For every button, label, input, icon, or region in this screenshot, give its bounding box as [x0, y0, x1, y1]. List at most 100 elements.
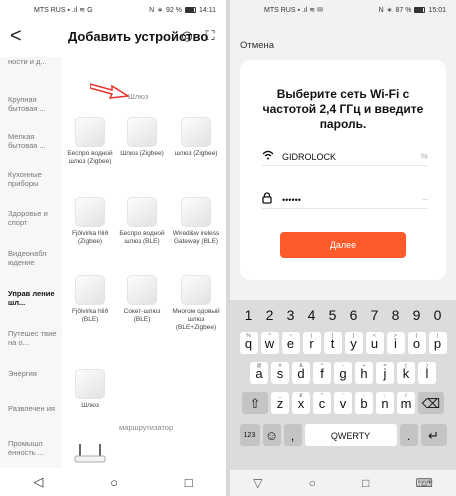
- device-tile[interactable]: Многом одовый шлюз (BLE+Zigbee): [172, 275, 220, 332]
- router-device[interactable]: [66, 442, 114, 471]
- device-tile[interactable]: шлюз (Zigbee): [172, 117, 220, 158]
- sidebar-item[interactable]: Промышл енность ...: [8, 439, 60, 457]
- device-tile[interactable]: Сокет-шлюз (BLE): [118, 275, 166, 324]
- clock: 15:01: [428, 6, 446, 14]
- key[interactable]: 3: [282, 304, 300, 326]
- device-tile[interactable]: Wired&w ireless Gateway (BLE): [172, 197, 220, 246]
- pointer-arrow-icon: [90, 83, 130, 99]
- sidebar-item[interactable]: Видеонабл юдение: [8, 249, 60, 267]
- backspace-key[interactable]: ⌫: [418, 392, 444, 414]
- key[interactable]: 0: [429, 304, 447, 326]
- key[interactable]: < u: [365, 332, 384, 354]
- qr-scan-icon[interactable]: ⛶: [203, 29, 217, 43]
- key[interactable]: * f: [313, 362, 331, 384]
- router-icon: [74, 444, 106, 463]
- device-image: [75, 369, 105, 399]
- clock: 14:11: [199, 6, 216, 14]
- device-tile[interactable]: Fjölvirka hlið (BLE): [66, 275, 114, 324]
- key[interactable]: 7: [366, 304, 384, 326]
- key[interactable]: # s: [271, 362, 289, 384]
- back-icon[interactable]: <: [10, 25, 30, 48]
- nav-recents-icon[interactable]: □: [185, 475, 193, 490]
- wifi-card: Выберите сеть Wi-Fi с частотой 2,4 ГГц и…: [240, 60, 446, 280]
- key[interactable]: ) l: [418, 362, 436, 384]
- switch-network-icon[interactable]: ⇋: [420, 151, 428, 162]
- space-key[interactable]: QWERTY: [304, 424, 397, 446]
- device-label: Шлюз (Zigbee): [120, 150, 164, 157]
- key[interactable]: 9: [408, 304, 426, 326]
- sidebar-item[interactable]: Здоровье и спорт: [8, 209, 60, 227]
- key[interactable]: ^ w: [260, 332, 279, 354]
- key[interactable]: ~ e: [281, 332, 300, 354]
- sidebar-item[interactable]: Кухонные приборы: [8, 170, 60, 188]
- key[interactable]: [t: [323, 332, 342, 354]
- nav-recents-icon[interactable]: □: [362, 476, 369, 490]
- key[interactable]: > i: [386, 332, 405, 354]
- emoji-key[interactable]: ☺: [262, 424, 281, 446]
- next-button[interactable]: Далее: [280, 232, 406, 258]
- sidebar-item[interactable]: Энергия: [8, 369, 60, 378]
- password-field[interactable]: •••••• ⌣: [262, 191, 428, 209]
- key[interactable]: :b: [355, 392, 373, 414]
- key[interactable]: ,: [283, 424, 302, 446]
- sidebar-item[interactable]: ности и д...: [8, 57, 60, 66]
- nfc-icon: N: [378, 6, 384, 14]
- device-image: [181, 197, 211, 227]
- carrier-label: MTS RUS ▪ .ıl ≋ G: [34, 7, 93, 14]
- cancel-button[interactable]: Отмена: [240, 40, 274, 51]
- show-password-icon[interactable]: ⌣: [422, 194, 428, 205]
- key[interactable]: ; n: [376, 392, 394, 414]
- key[interactable]: + h: [355, 362, 373, 384]
- nav-home-icon[interactable]: ○: [110, 475, 118, 490]
- nav-back-icon[interactable]: ◁: [33, 474, 43, 490]
- key[interactable]: % q: [239, 332, 258, 354]
- sidebar-item[interactable]: Развлечен ия: [8, 404, 60, 413]
- key[interactable]: (k: [397, 362, 415, 384]
- shift-key[interactable]: ⇧: [242, 392, 268, 414]
- key[interactable]: | r: [302, 332, 321, 354]
- key[interactable]: ' v: [334, 392, 352, 414]
- key[interactable]: & d: [292, 362, 310, 384]
- section-router: маршрутизатор: [119, 423, 174, 432]
- key[interactable]: 2: [261, 304, 279, 326]
- device-tile[interactable]: Беспро водной шлюз (BLE): [118, 197, 166, 246]
- lock-icon: [262, 192, 282, 207]
- key[interactable]: {o: [407, 332, 426, 354]
- device-image: [127, 197, 157, 227]
- sidebar-item[interactable]: Путешес твие на о...: [8, 329, 60, 347]
- key[interactable]: 6: [345, 304, 363, 326]
- key[interactable]: -g: [334, 362, 352, 384]
- key[interactable]: 1: [240, 304, 258, 326]
- battery-icon: [414, 7, 426, 13]
- key[interactable]: _ z: [271, 392, 289, 414]
- key[interactable]: 5: [324, 304, 342, 326]
- key[interactable]: ₽ x: [292, 392, 310, 414]
- key[interactable]: " c: [313, 392, 331, 414]
- sidebar-item[interactable]: Мелкая бытовая ...: [8, 132, 60, 150]
- wifi-setup-screen: MTS RUS ▪ .ıl ≋ ✉ N ∗ 87 % 15:01 Отмена Выб…: [230, 0, 456, 496]
- enter-key[interactable]: ↵: [420, 424, 447, 446]
- device-tile[interactable]: Беспро водной шлюз (Zigbee): [66, 117, 114, 166]
- device-tile[interactable]: Шлюз: [66, 369, 114, 410]
- device-label: шлюз (Zigbee): [174, 150, 218, 157]
- sidebar-item[interactable]: Крупная бытовая ...: [8, 95, 60, 113]
- device-label: Беспро водной шлюз (Zigbee): [67, 150, 113, 165]
- auto-scan-icon[interactable]: ◎: [180, 29, 194, 43]
- key[interactable]: .: [399, 424, 418, 446]
- key[interactable]: 4: [303, 304, 321, 326]
- keyboard-hide-icon[interactable]: ⌨: [416, 476, 433, 490]
- key[interactable]: @ a: [250, 362, 268, 384]
- key[interactable]: ] y: [344, 332, 363, 354]
- key[interactable]: = j: [376, 362, 394, 384]
- device-tile[interactable]: Fjölvirka hlið (Zigbee): [66, 197, 114, 246]
- key[interactable]: 8: [387, 304, 405, 326]
- sidebar-item[interactable]: Управ ление шл...: [8, 289, 60, 307]
- nav-back-icon[interactable]: ▽: [253, 476, 262, 490]
- ssid-field[interactable]: GIDROLOCK ⇋: [262, 148, 428, 166]
- key[interactable]: 123: [239, 424, 260, 446]
- key[interactable]: } p: [428, 332, 447, 354]
- device-tile[interactable]: Шлюз (Zigbee): [118, 117, 166, 158]
- key[interactable]: / m: [397, 392, 415, 414]
- nav-home-icon[interactable]: ○: [309, 476, 316, 490]
- category-sidebar: ности и д... Крупная бытовая ... Мелкая бы…: [0, 57, 62, 468]
